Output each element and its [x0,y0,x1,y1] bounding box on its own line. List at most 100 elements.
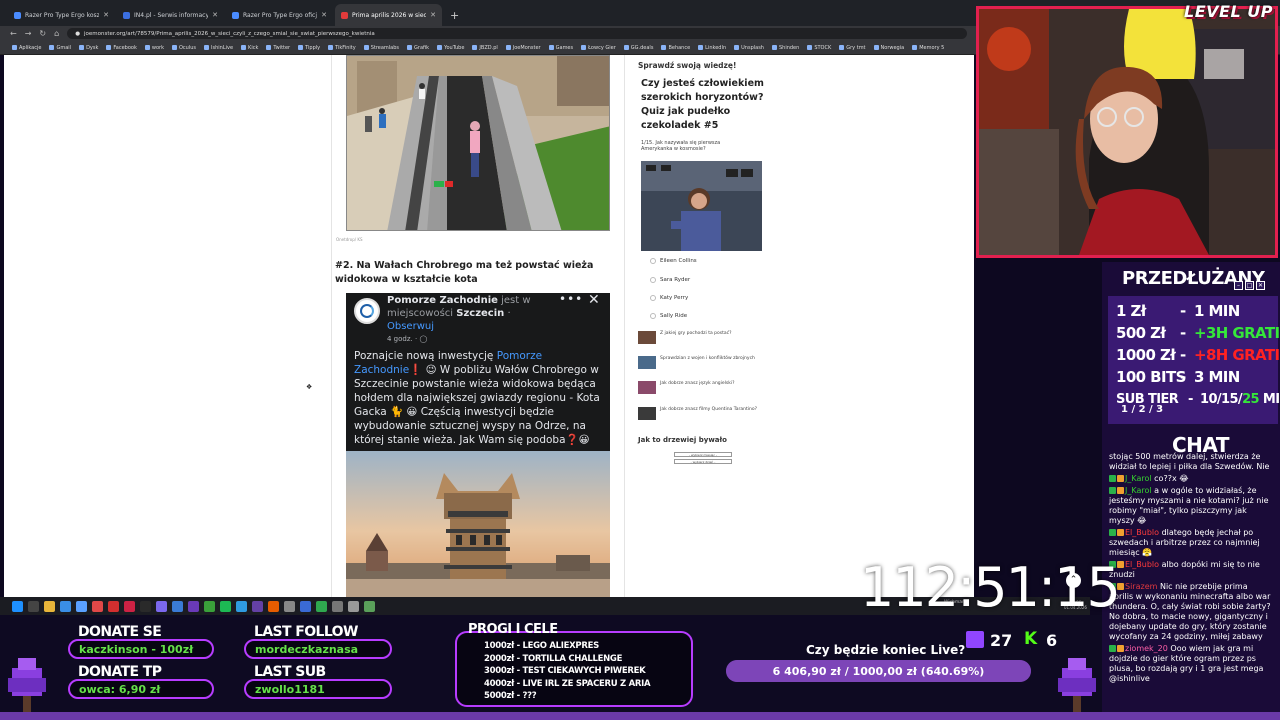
taskbar-app-icon[interactable] [108,600,119,612]
quiz-option[interactable]: Katy Perry [650,295,688,301]
escalator-photo[interactable] [346,55,610,231]
reload-icon[interactable]: ↻ [39,29,46,38]
bookmark-item[interactable]: Behance [661,45,690,51]
radio-button[interactable] [650,258,656,264]
quiz-title[interactable]: Czy jesteś człowiekiem szerokich horyzon… [641,77,771,133]
windows-start-icon[interactable] [12,600,23,612]
bookmark-item[interactable]: Streamlabs [363,45,399,51]
related-quiz[interactable]: Z jakiej gry pochodzi ta postać? [638,331,758,344]
tab-close-icon[interactable]: ✕ [103,11,109,19]
back-icon[interactable]: ← [10,29,17,38]
bookmark-item[interactable]: GG.deals [623,45,653,51]
bookmark-item[interactable]: Norwegia [873,44,905,51]
taskbar-app-icon[interactable] [188,600,199,612]
rate-amount: 1000 Zł [1116,346,1176,364]
bookmark-label: STOCK [814,44,832,51]
quiz-option[interactable]: Sally Ride [650,313,687,319]
quiz-option[interactable]: Eileen Collins [650,258,697,264]
radio-button[interactable] [650,313,656,319]
taskbar-app-icon[interactable] [316,600,327,612]
home-icon[interactable]: ⌂ [54,29,59,38]
tab-title: Razer Pro Type Ergo oficjalnie [243,11,317,19]
bookmark-item[interactable]: LinkedIn [698,45,726,51]
rate-dash: - [1180,368,1186,386]
bookmark-icon [771,45,777,50]
taskbar-app-icon[interactable] [220,600,231,612]
bookmark-item[interactable]: Tipply [298,45,320,51]
taskbar-app-icon[interactable] [28,600,39,612]
bookmark-item[interactable]: Gry tmt [839,45,866,51]
taskbar-app-icon[interactable] [284,600,295,612]
bookmark-label: Facebook [113,44,137,51]
scroll-up-icon[interactable]: ⌃ [1066,573,1081,588]
related-quiz[interactable]: Sprawdzian z wojen i konfliktów zbrojnyc… [638,356,758,369]
page-name[interactable]: Pomorze Zachodnie [387,295,498,306]
browser-tab[interactable]: Razer Pro Type Ergo koszt - Sz✕ [8,4,115,26]
taskbar-app-icon[interactable] [204,600,215,612]
bookmark-label: Norwegia [880,44,905,51]
quiz-option[interactable]: Sara Ryder [650,277,690,283]
taskbar-app-icon[interactable] [44,600,55,612]
more-icon[interactable]: ••• [559,293,583,306]
taskbar-app-icon[interactable] [348,600,359,612]
bookmark-item[interactable]: STOCK [807,45,831,51]
bookmark-icon [873,45,879,50]
taskbar-app-icon[interactable] [332,600,343,612]
bookmark-item[interactable]: JoeMonster [505,45,541,51]
taskbar-app-icon[interactable] [172,600,183,612]
mouse-cursor-icon: ❖ [306,383,313,391]
taskbar-app-icon[interactable] [300,600,311,612]
month-select[interactable]: - wybierz miesiąc - [674,452,732,457]
taskbar-app-icon[interactable] [268,600,279,612]
tab-close-icon[interactable]: ✕ [212,11,218,19]
bookmark-item[interactable]: JBZD.pl [472,45,498,51]
location-city[interactable]: Szczecin [456,308,504,319]
follow-link[interactable]: Obserwuj [387,321,434,332]
webcam-feed [976,6,1278,258]
cat-tower-image[interactable] [346,451,610,597]
day-select[interactable]: - wybierz dzień - [674,459,732,464]
bookmark-item[interactable]: work [144,45,164,51]
bookmark-label: Behance [668,44,691,51]
rate-reward: 3 MIN [1194,368,1240,386]
related-quiz[interactable]: Jak dobrze znasz język angielski? [638,381,758,394]
taskbar-app-icon[interactable] [252,600,263,612]
bookmark-item[interactable]: Aplikacje [12,45,41,51]
bookmark-item[interactable]: Gmail [49,45,71,51]
bookmark-item[interactable]: YouTube [437,45,464,51]
bookmark-item[interactable]: Unsplash [734,45,764,51]
bookmark-item[interactable]: Grafik [407,45,429,51]
bookmark-item[interactable]: Dysk [79,45,98,51]
taskbar-app-icon[interactable] [76,600,87,612]
taskbar-app-icon[interactable] [140,600,151,612]
taskbar-app-icon[interactable] [156,600,167,612]
browser-tab[interactable]: Razer Pro Type Ergo oficjalnie ✕ [226,4,333,26]
related-quiz[interactable]: Jak dobrze znasz filmy Quentina Tarantin… [638,407,758,420]
bookmark-item[interactable]: Twitter [266,45,290,51]
tab-close-icon[interactable]: ✕ [430,11,436,19]
taskbar-app-icon[interactable] [92,600,103,612]
taskbar-app-icon[interactable] [60,600,71,612]
bookmark-item[interactable]: Kick [241,45,258,51]
page-avatar[interactable] [354,298,380,324]
url-field[interactable]: ● joemonster.org/art/78579/Prima_aprilis… [67,28,968,39]
browser-tab[interactable]: Prima aprilis 2026 w sieci, czyli✕ [335,4,442,26]
bookmark-item[interactable]: Oculus [171,45,196,51]
tab-close-icon[interactable]: ✕ [321,11,327,19]
taskbar-app-icon[interactable] [236,600,247,612]
bookmark-item[interactable]: Łowcy Gier [581,45,616,51]
browser-tab[interactable]: IN4.pl - Serwis informacyjny | T✕ [117,4,224,26]
forward-icon[interactable]: → [25,29,32,38]
radio-button[interactable] [650,295,656,301]
taskbar-app-icon[interactable] [364,600,375,612]
bookmark-item[interactable]: TikFinity [328,45,356,51]
bookmark-item[interactable]: Facebook [106,45,137,51]
close-icon[interactable]: ✕ [588,293,600,308]
bookmark-item[interactable]: Games [548,45,573,51]
bookmark-item[interactable]: Shinden [771,45,799,51]
bookmark-item[interactable]: Memory 5 [912,45,944,51]
new-tab-icon[interactable]: + [444,9,465,26]
taskbar-app-icon[interactable] [124,600,135,612]
radio-button[interactable] [650,277,656,283]
bookmark-item[interactable]: IshinLive [204,45,233,51]
